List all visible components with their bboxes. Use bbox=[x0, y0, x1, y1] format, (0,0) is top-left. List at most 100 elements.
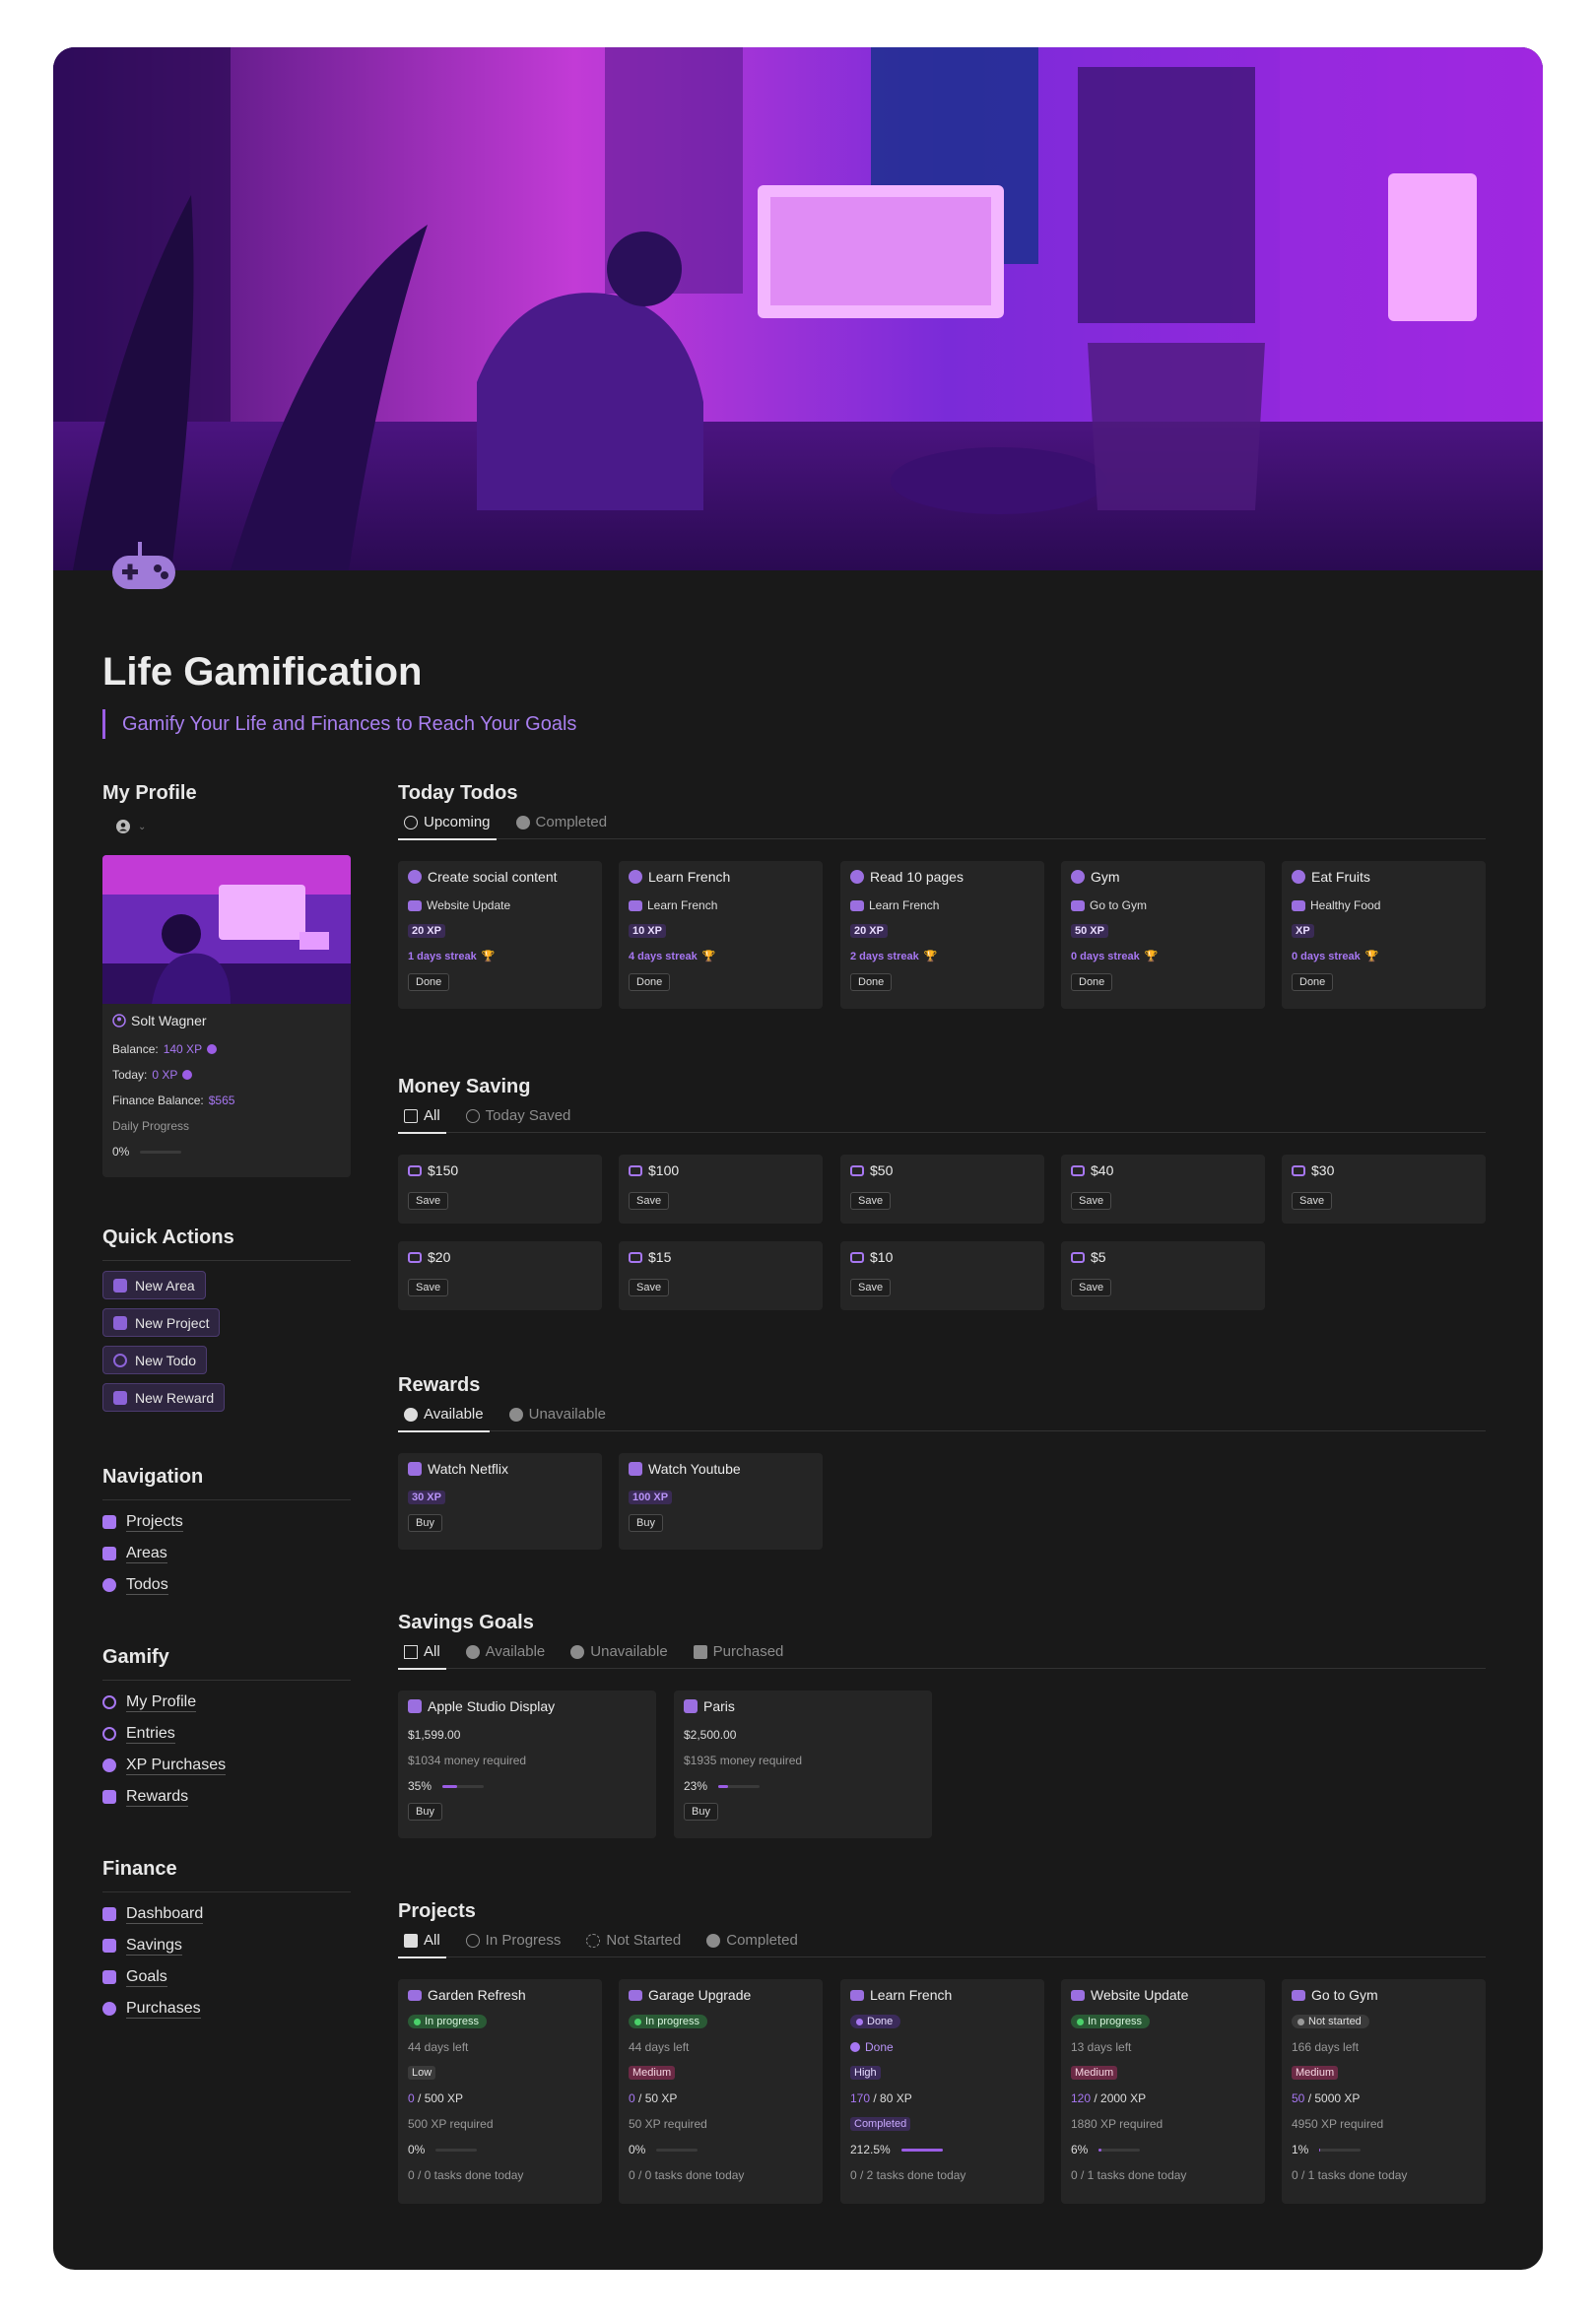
tab-available[interactable]: Available bbox=[398, 1402, 490, 1432]
new-todo-button[interactable]: New Todo bbox=[102, 1346, 208, 1374]
profile-card[interactable]: Solt Wagner Balance: 140 XP Today: 0 XP Fi… bbox=[102, 855, 351, 1177]
project-required-row: 1880 XP required bbox=[1071, 2117, 1163, 2131]
project-xp-row: 50 / 5000 XP bbox=[1292, 2091, 1360, 2105]
project-card[interactable]: Learn French Done Done High 170 / 80 XP Compl… bbox=[840, 1979, 1044, 2204]
todo-card[interactable]: Create social content Website Update 20 XP… bbox=[398, 861, 602, 1009]
tab-upcoming[interactable]: Upcoming bbox=[398, 810, 497, 840]
done-button[interactable]: Done bbox=[1071, 973, 1113, 991]
save-button[interactable]: Save bbox=[408, 1279, 449, 1296]
tab-available[interactable]: Available bbox=[460, 1639, 552, 1669]
nav-entries[interactable]: Entries bbox=[102, 1718, 351, 1750]
tab-all[interactable]: All bbox=[398, 1928, 446, 1958]
tab-label: Available bbox=[485, 1643, 546, 1660]
nav-dashboard[interactable]: Dashboard bbox=[102, 1898, 351, 1930]
buy-button[interactable]: Buy bbox=[629, 1514, 663, 1532]
tab-completed[interactable]: Completed bbox=[700, 1928, 804, 1957]
project-card[interactable]: Garden Refresh In progress 44 days left Low… bbox=[398, 1979, 602, 2204]
reward-card[interactable]: Watch Netflix 30 XP Buy bbox=[398, 1453, 602, 1550]
folder-icon bbox=[1071, 899, 1085, 911]
folder-icon bbox=[850, 1989, 864, 2001]
todo-xp: XP bbox=[1292, 924, 1314, 938]
save-button[interactable]: Save bbox=[1071, 1279, 1112, 1296]
project-card[interactable]: Garage Upgrade In progress 44 days left Med… bbox=[619, 1979, 823, 2204]
tab-unavailable[interactable]: Unavailable bbox=[503, 1402, 612, 1431]
new-area-button[interactable]: New Area bbox=[102, 1271, 206, 1299]
save-button[interactable]: Save bbox=[629, 1192, 670, 1210]
nav-rewards[interactable]: Rewards bbox=[102, 1781, 351, 1813]
buy-button[interactable]: Buy bbox=[408, 1514, 442, 1532]
project-title-text: Garden Refresh bbox=[428, 1987, 526, 2003]
save-button[interactable]: Save bbox=[850, 1279, 892, 1296]
tab-completed[interactable]: Completed bbox=[510, 810, 614, 839]
tab-label: All bbox=[424, 1107, 440, 1124]
project-title: Website Update bbox=[1071, 1987, 1188, 2003]
divider bbox=[102, 1260, 351, 1261]
project-card[interactable]: Website Update In progress 13 days left Med… bbox=[1061, 1979, 1265, 2204]
nav-savings[interactable]: Savings bbox=[102, 1930, 351, 1961]
tab-purchased[interactable]: Purchased bbox=[688, 1639, 790, 1669]
tab-unavailable[interactable]: Unavailable bbox=[565, 1639, 673, 1669]
saving-amount-card[interactable]: $50 Save bbox=[840, 1155, 1044, 1224]
project-priority-row: Low bbox=[408, 2066, 436, 2080]
save-button[interactable]: Save bbox=[1071, 1192, 1112, 1210]
buy-button[interactable]: Buy bbox=[684, 1803, 718, 1821]
amount-row: $30 bbox=[1292, 1162, 1334, 1178]
saving-amount-card[interactable]: $15 Save bbox=[619, 1241, 823, 1310]
todo-card[interactable]: Eat Fruits Healthy Food XP 0 days streak 🏆 Do… bbox=[1282, 861, 1486, 1009]
save-button[interactable]: Save bbox=[408, 1192, 449, 1210]
todo-streak-row: 2 days streak 🏆 bbox=[850, 950, 937, 963]
todo-project: Learn French bbox=[629, 898, 717, 912]
nav-todos[interactable]: Todos bbox=[102, 1569, 351, 1601]
tab-all[interactable]: All bbox=[398, 1103, 446, 1134]
save-button[interactable]: Save bbox=[1292, 1192, 1333, 1210]
tab-all[interactable]: All bbox=[398, 1639, 446, 1670]
todo-card[interactable]: Learn French Learn French 10 XP 4 days stre… bbox=[619, 861, 823, 1009]
tab-in-progress[interactable]: In Progress bbox=[460, 1928, 567, 1957]
tab-not-started[interactable]: Not Started bbox=[580, 1928, 687, 1957]
nav-goals[interactable]: Goals bbox=[102, 1961, 351, 1993]
goal-progress-bar bbox=[442, 1784, 485, 1788]
todos-tabs: Upcoming Completed bbox=[398, 810, 1486, 840]
done-button[interactable]: Done bbox=[1292, 973, 1334, 991]
profile-view-selector[interactable]: ⌄ bbox=[102, 810, 351, 843]
saving-amount-card[interactable]: $20 Save bbox=[398, 1241, 602, 1310]
saving-amount-card[interactable]: $30 Save bbox=[1282, 1155, 1486, 1224]
buy-button[interactable]: Buy bbox=[408, 1803, 442, 1821]
todo-card[interactable]: Gym Go to Gym 50 XP 0 days streak 🏆 Done bbox=[1061, 861, 1265, 1009]
new-project-button[interactable]: New Project bbox=[102, 1308, 221, 1337]
tab-today-saved[interactable]: Today Saved bbox=[460, 1103, 577, 1133]
todo-card[interactable]: Read 10 pages Learn French 20 XP 2 days str… bbox=[840, 861, 1044, 1009]
status-text: In progress bbox=[1088, 2016, 1143, 2027]
saving-amount-card[interactable]: $10 Save bbox=[840, 1241, 1044, 1310]
done-button[interactable]: Done bbox=[850, 973, 893, 991]
new-reward-button[interactable]: New Reward bbox=[102, 1383, 226, 1412]
navigation-heading: Navigation bbox=[102, 1466, 204, 1488]
saving-amount-card[interactable]: $40 Save bbox=[1061, 1155, 1265, 1224]
check-circle-icon bbox=[102, 1578, 116, 1592]
savings-goal-card[interactable]: Paris $2,500.00 $1935 money required 23% Buy bbox=[674, 1691, 932, 1838]
money-icon bbox=[1071, 1164, 1085, 1176]
done-button[interactable]: Done bbox=[629, 973, 671, 991]
saving-amount-card[interactable]: $5 Save bbox=[1061, 1241, 1265, 1310]
project-title: Garage Upgrade bbox=[629, 1987, 751, 2003]
done-button[interactable]: Done bbox=[408, 973, 450, 991]
save-button[interactable]: Save bbox=[850, 1192, 892, 1210]
savings-goal-card[interactable]: Apple Studio Display $1,599.00 $1034 money… bbox=[398, 1691, 656, 1838]
reward-title: Watch Netflix bbox=[408, 1461, 508, 1477]
required-text: Completed bbox=[850, 2117, 911, 2131]
daily-progress-bar bbox=[140, 1150, 182, 1154]
save-button[interactable]: Save bbox=[629, 1279, 670, 1296]
nav-areas[interactable]: Areas bbox=[102, 1538, 351, 1569]
saving-amount-card[interactable]: $100 Save bbox=[619, 1155, 823, 1224]
reward-card[interactable]: Watch Youtube 100 XP Buy bbox=[619, 1453, 823, 1550]
todo-streak: 1 days streak bbox=[408, 950, 477, 962]
nav-purchases[interactable]: Purchases bbox=[102, 1993, 351, 2024]
saving-amount-card[interactable]: $150 Save bbox=[398, 1155, 602, 1224]
folder-icon bbox=[408, 899, 422, 911]
nav-my-profile[interactable]: My Profile bbox=[102, 1687, 351, 1718]
money-icon bbox=[1292, 1164, 1305, 1176]
nav-xp-purchases[interactable]: XP Purchases bbox=[102, 1750, 351, 1781]
nav-projects[interactable]: Projects bbox=[102, 1506, 351, 1538]
gamify-heading: Gamify bbox=[102, 1646, 169, 1668]
project-card[interactable]: Go to Gym Not started 166 days left Medium 5… bbox=[1282, 1979, 1486, 2204]
